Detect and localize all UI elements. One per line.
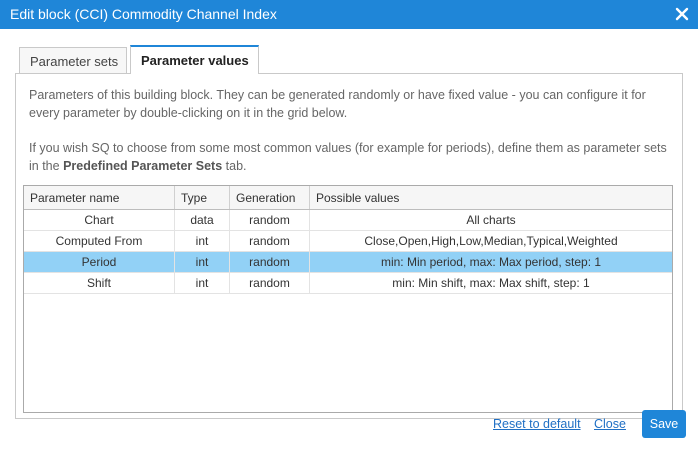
column-header-type[interactable]: Type — [175, 186, 230, 209]
table-row-selected[interactable]: Period int random min: Min period, max: … — [24, 252, 672, 273]
cell-name: Chart — [24, 210, 175, 230]
cell-name: Shift — [24, 273, 175, 293]
column-header-values[interactable]: Possible values — [310, 186, 672, 209]
cell-type: int — [175, 252, 230, 272]
cell-type: int — [175, 273, 230, 293]
cell-generation: random — [230, 210, 310, 230]
column-header-generation[interactable]: Generation — [230, 186, 310, 209]
cell-generation: random — [230, 252, 310, 272]
description-line-2: If you wish SQ to choose from some most … — [29, 139, 669, 175]
grid-header: Parameter name Type Generation Possible … — [24, 186, 672, 210]
cell-generation: random — [230, 273, 310, 293]
cell-name: Computed From — [24, 231, 175, 251]
cell-name: Period — [24, 252, 175, 272]
cell-values: Close,Open,High,Low,Median,Typical,Weigh… — [364, 234, 618, 248]
description-line-2-end: tab. — [222, 159, 247, 173]
parameter-values-panel: Parameters of this building block. They … — [15, 73, 683, 419]
description: Parameters of this building block. They … — [29, 86, 669, 192]
close-icon[interactable] — [675, 6, 689, 22]
cell-type: int — [175, 231, 230, 251]
dialog-body: Parameter sets Parameter values Paramete… — [0, 29, 698, 453]
cell-type: data — [175, 210, 230, 230]
cell-generation: random — [230, 231, 310, 251]
close-link[interactable]: Close — [594, 417, 626, 431]
tab-parameter-values[interactable]: Parameter values — [130, 45, 259, 74]
predefined-sets-label: Predefined Parameter Sets — [63, 159, 223, 173]
table-row[interactable]: Computed From int random Close,Open,High… — [24, 231, 672, 252]
cell-values: min: Min period, max: Max period, step: … — [380, 255, 602, 269]
description-line-1: Parameters of this building block. They … — [29, 88, 646, 120]
dialog-titlebar: Edit block (CCI) Commodity Channel Index — [0, 0, 698, 29]
parameters-grid: Parameter name Type Generation Possible … — [23, 185, 673, 413]
reset-to-default-link[interactable]: Reset to default — [493, 417, 581, 431]
save-button[interactable]: Save — [642, 410, 686, 438]
table-row[interactable]: Chart data random All charts — [24, 210, 672, 231]
dialog-title: Edit block (CCI) Commodity Channel Index — [10, 6, 277, 22]
cell-values: All charts — [466, 213, 516, 227]
table-row[interactable]: Shift int random min: Min shift, max: Ma… — [24, 273, 672, 294]
tab-parameter-sets[interactable]: Parameter sets — [19, 47, 127, 73]
column-header-name[interactable]: Parameter name — [24, 186, 175, 209]
cell-values: min: Min shift, max: Max shift, step: 1 — [392, 276, 590, 290]
